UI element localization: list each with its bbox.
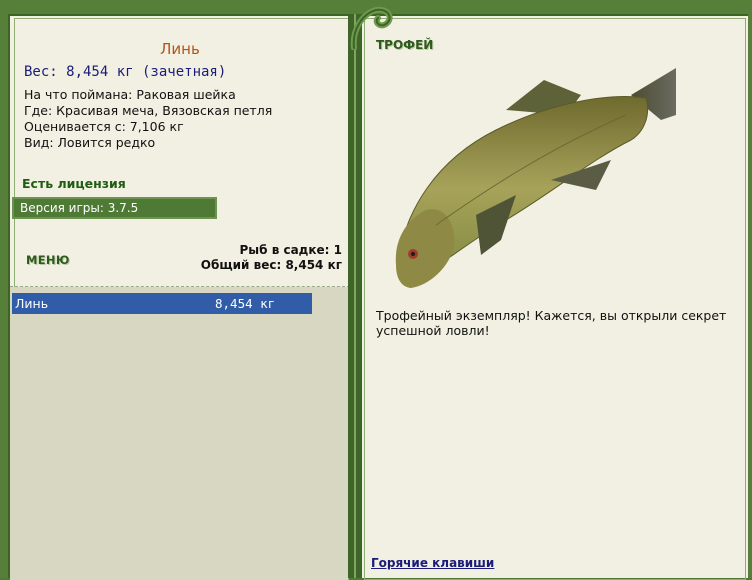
version-bar: Версия игры: 3.7.5 <box>12 197 217 219</box>
fish-info-panel: Линь Вес: 8,454 кг (зачетная) На что пой… <box>8 14 350 580</box>
tench-fish-image <box>395 68 676 288</box>
valued-text: Оценивается с: 7,106 кг <box>24 119 184 134</box>
fish-weight: Вес: 8,454 кг (зачетная) <box>24 64 227 80</box>
frame-edge <box>748 0 752 578</box>
hotkeys-link[interactable]: Горячие клавиши <box>371 556 494 570</box>
fish-head <box>395 209 455 288</box>
keepnet-total-weight: Общий вес: 8,454 кг <box>200 258 342 272</box>
list-item-name: Линь <box>15 296 49 311</box>
menu-button[interactable]: МЕНЮ <box>26 253 70 267</box>
kind-text: Вид: Ловится редко <box>24 135 156 150</box>
keepnet-list: Линь 8,454 кг <box>10 287 348 580</box>
trophy-panel: ТРОФЕЙ Трофейный экземпляр! Кажется, вы … <box>362 14 748 580</box>
fish-title: Линь <box>160 40 200 58</box>
location-text: Где: Красивая меча, Вязовская петля <box>24 103 273 118</box>
swirl-ornament-icon <box>350 6 393 50</box>
caught-on-text: На что поймана: Раковая шейка <box>24 87 236 102</box>
list-item-weight: 8,454 кг <box>215 296 276 311</box>
keepnet-count: Рыб в садке: 1 <box>239 243 343 257</box>
trophy-description: Трофейный экземпляр! Кажется, вы открыли… <box>376 308 727 338</box>
license-status: Есть лицензия <box>22 176 126 191</box>
divider-line <box>354 14 356 578</box>
keepnet-summary: Рыб в садке: 1 Общий вес: 8,454 кг <box>201 243 342 273</box>
list-item[interactable]: Линь 8,454 кг <box>12 293 312 314</box>
